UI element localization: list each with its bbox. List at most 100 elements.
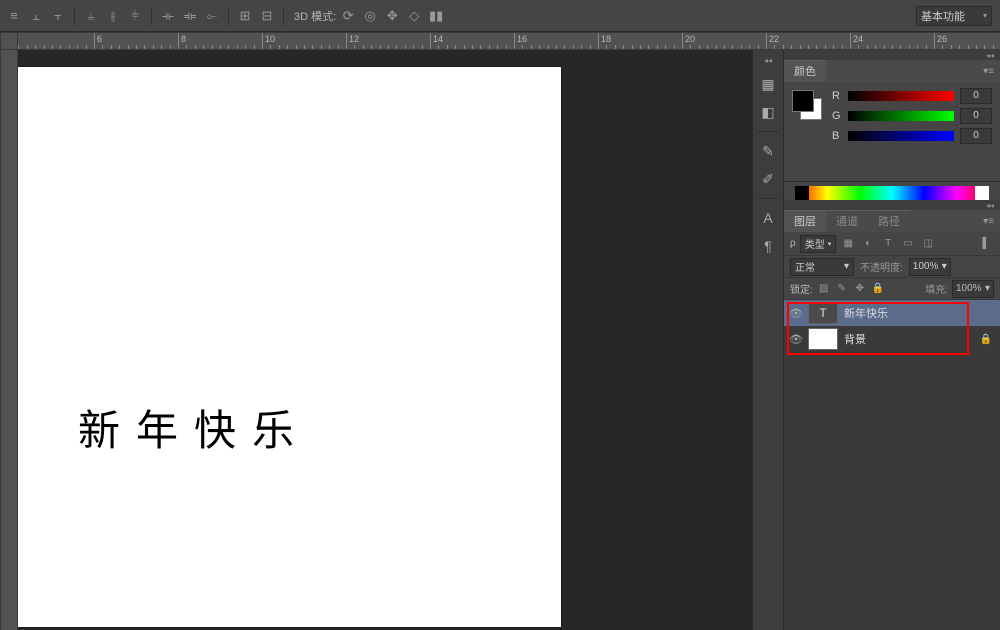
panel-dock: ◂◂ 颜色 ▾≡ R 0 G 0 bbox=[784, 50, 1000, 630]
panel-menu-icon[interactable]: ▾≡ bbox=[983, 216, 994, 227]
g-value[interactable]: 0 bbox=[960, 108, 992, 124]
fill-input[interactable]: 100% ▾ bbox=[952, 280, 994, 298]
divider bbox=[757, 131, 779, 132]
distribute-vcenter-icon[interactable]: ⫲ bbox=[103, 6, 123, 26]
distribute-top-icon[interactable]: ⫨ bbox=[81, 6, 101, 26]
3d-roll-icon[interactable]: ◎ bbox=[360, 6, 380, 26]
ruler-origin[interactable] bbox=[0, 32, 18, 50]
lock-transparent-icon[interactable]: ▨ bbox=[817, 282, 831, 296]
expand-dock-icon[interactable]: ◂◂ bbox=[764, 56, 772, 65]
canvas-area: 新年快乐 bbox=[0, 50, 752, 630]
align-center-icon[interactable]: ⫠ bbox=[26, 6, 46, 26]
opacity-input[interactable]: 100% ▾ bbox=[909, 258, 951, 276]
filter-text-icon[interactable]: T bbox=[880, 236, 896, 252]
options-toolbar: ≡ ⫠ ⫟ ⫨ ⫲ ⫩ ⟛ ⟚ ⟜ ⊞ ⊟ 3D 模式: ⟳ ◎ ✥ ◇ ▮▮ … bbox=[0, 0, 1000, 32]
chevron-down-icon: ▾ bbox=[942, 261, 947, 272]
filter-shape-icon[interactable]: ▭ bbox=[900, 236, 916, 252]
opacity-value: 100% bbox=[913, 261, 939, 272]
layer-thumbnail[interactable]: T bbox=[808, 302, 838, 324]
brush-presets-icon[interactable]: ✐ bbox=[755, 167, 781, 191]
history-panel-icon[interactable]: ▦ bbox=[755, 72, 781, 96]
collapsed-panel-dock: ◂◂ ▦ ◧ ✎ ✐ A ¶ bbox=[752, 50, 784, 630]
ruler-horizontal[interactable]: 0246810121416182022242628303234 bbox=[18, 32, 1000, 50]
layer-filter-row: ρ 类型 ▾ ▦ ◐ T ▭ ◫ ▌ bbox=[784, 232, 1000, 256]
layer-row[interactable]: 👁T 新年快乐 bbox=[784, 300, 1000, 326]
3d-camera-icon[interactable]: ▮▮ bbox=[426, 6, 446, 26]
divider bbox=[283, 7, 284, 25]
red-row: R 0 bbox=[832, 88, 992, 104]
lock-fill-row: 锁定: ▨ ✎ ✥ 🔒 填充: 100% ▾ bbox=[784, 278, 1000, 300]
ruler-vertical[interactable] bbox=[0, 50, 18, 630]
lock-label: 锁定: bbox=[790, 281, 813, 296]
color-spectrum-bar[interactable] bbox=[795, 186, 989, 200]
document-canvas[interactable]: 新年快乐 bbox=[18, 67, 561, 627]
lock-all-icon[interactable]: 🔒 bbox=[871, 282, 885, 296]
panel-menu-icon[interactable]: ▾≡ bbox=[983, 66, 994, 77]
filter-adjust-icon[interactable]: ◐ bbox=[860, 236, 876, 252]
channels-tab[interactable]: 通道 bbox=[826, 210, 868, 232]
divider bbox=[228, 7, 229, 25]
opacity-label: 不透明度: bbox=[860, 259, 903, 274]
visibility-toggle-icon[interactable]: 👁 bbox=[784, 307, 808, 320]
3d-orbit-icon[interactable]: ⟳ bbox=[338, 6, 358, 26]
filter-toggle-icon[interactable]: ▌ bbox=[978, 236, 994, 252]
3d-mode-label: 3D 模式: bbox=[294, 8, 336, 24]
layers-panel: ρ 类型 ▾ ▦ ◐ T ▭ ◫ ▌ 正常 ▾ 不透明度: 100% bbox=[784, 232, 1000, 630]
filter-pixel-icon[interactable]: ▦ bbox=[840, 236, 856, 252]
lock-position-icon[interactable]: ✥ bbox=[853, 282, 867, 296]
b-slider[interactable] bbox=[848, 131, 954, 141]
document-viewport[interactable]: 新年快乐 bbox=[18, 50, 752, 630]
paths-tab[interactable]: 路径 bbox=[868, 210, 910, 232]
fg-color-swatch[interactable] bbox=[792, 90, 814, 112]
blend-mode-dropdown[interactable]: 正常 ▾ bbox=[790, 258, 854, 276]
kind-label: 类型 bbox=[805, 236, 825, 251]
workspace-dropdown[interactable]: 基本功能 ▾ bbox=[916, 6, 992, 26]
character-panel-icon[interactable]: A bbox=[755, 206, 781, 230]
properties-panel-icon[interactable]: ◧ bbox=[755, 100, 781, 124]
distribute-right-icon[interactable]: ⟜ bbox=[202, 6, 222, 26]
distribute-hcenter-icon[interactable]: ⟚ bbox=[180, 6, 200, 26]
chevron-down-icon: ▾ bbox=[844, 261, 849, 272]
r-value[interactable]: 0 bbox=[960, 88, 992, 104]
panel-collapse-bar[interactable]: ◂◂ bbox=[784, 200, 1000, 210]
distribute-left-icon[interactable]: ⟛ bbox=[158, 6, 178, 26]
layers-tab[interactable]: 图层 bbox=[784, 210, 826, 232]
filter-kind-dropdown[interactable]: 类型 ▾ bbox=[800, 235, 837, 253]
blue-row: B 0 bbox=[832, 128, 992, 144]
b-value[interactable]: 0 bbox=[960, 128, 992, 144]
color-panel: R 0 G 0 B 0 bbox=[784, 82, 1000, 182]
chevron-down-icon: ▾ bbox=[985, 283, 990, 294]
panel-collapse-bar[interactable]: ◂◂ bbox=[784, 50, 1000, 60]
align-right-icon[interactable]: ⫟ bbox=[48, 6, 68, 26]
paragraph-panel-icon[interactable]: ¶ bbox=[755, 234, 781, 258]
chevron-down-icon: ▾ bbox=[828, 240, 832, 248]
3d-pan-icon[interactable]: ✥ bbox=[382, 6, 402, 26]
color-tab[interactable]: 颜色 bbox=[784, 60, 826, 82]
filter-smart-icon[interactable]: ◫ bbox=[920, 236, 936, 252]
filter-magnify-icon[interactable]: ρ bbox=[790, 238, 796, 249]
3d-slide-icon[interactable]: ◇ bbox=[404, 6, 424, 26]
r-label: R bbox=[832, 90, 842, 102]
fg-bg-swatch[interactable] bbox=[792, 90, 824, 122]
g-slider[interactable] bbox=[848, 111, 954, 121]
text-layer-content[interactable]: 新年快乐 bbox=[78, 397, 310, 458]
fill-value: 100% bbox=[956, 283, 982, 294]
distribute-bottom-icon[interactable]: ⫩ bbox=[125, 6, 145, 26]
workspace-label: 基本功能 bbox=[921, 8, 965, 24]
auto-distribute-icon[interactable]: ⊟ bbox=[257, 6, 277, 26]
auto-align-icon[interactable]: ⊞ bbox=[235, 6, 255, 26]
blend-opacity-row: 正常 ▾ 不透明度: 100% ▾ bbox=[784, 256, 1000, 278]
g-label: G bbox=[832, 110, 842, 122]
r-slider[interactable] bbox=[848, 91, 954, 101]
layer-name[interactable]: 新年快乐 bbox=[844, 305, 992, 321]
brush-panel-icon[interactable]: ✎ bbox=[755, 139, 781, 163]
layers-list: 👁T新年快乐👁背景🔒 bbox=[784, 300, 1000, 630]
lock-pixels-icon[interactable]: ✎ bbox=[835, 282, 849, 296]
ruler-horizontal-row: 0246810121416182022242628303234 bbox=[0, 32, 1000, 50]
visibility-toggle-icon[interactable]: 👁 bbox=[784, 333, 808, 346]
layer-row[interactable]: 👁背景🔒 bbox=[784, 326, 1000, 352]
layer-thumbnail[interactable] bbox=[808, 328, 838, 350]
divider bbox=[151, 7, 152, 25]
align-left-icon[interactable]: ≡ bbox=[4, 6, 24, 26]
layer-name[interactable]: 背景 bbox=[844, 331, 980, 347]
